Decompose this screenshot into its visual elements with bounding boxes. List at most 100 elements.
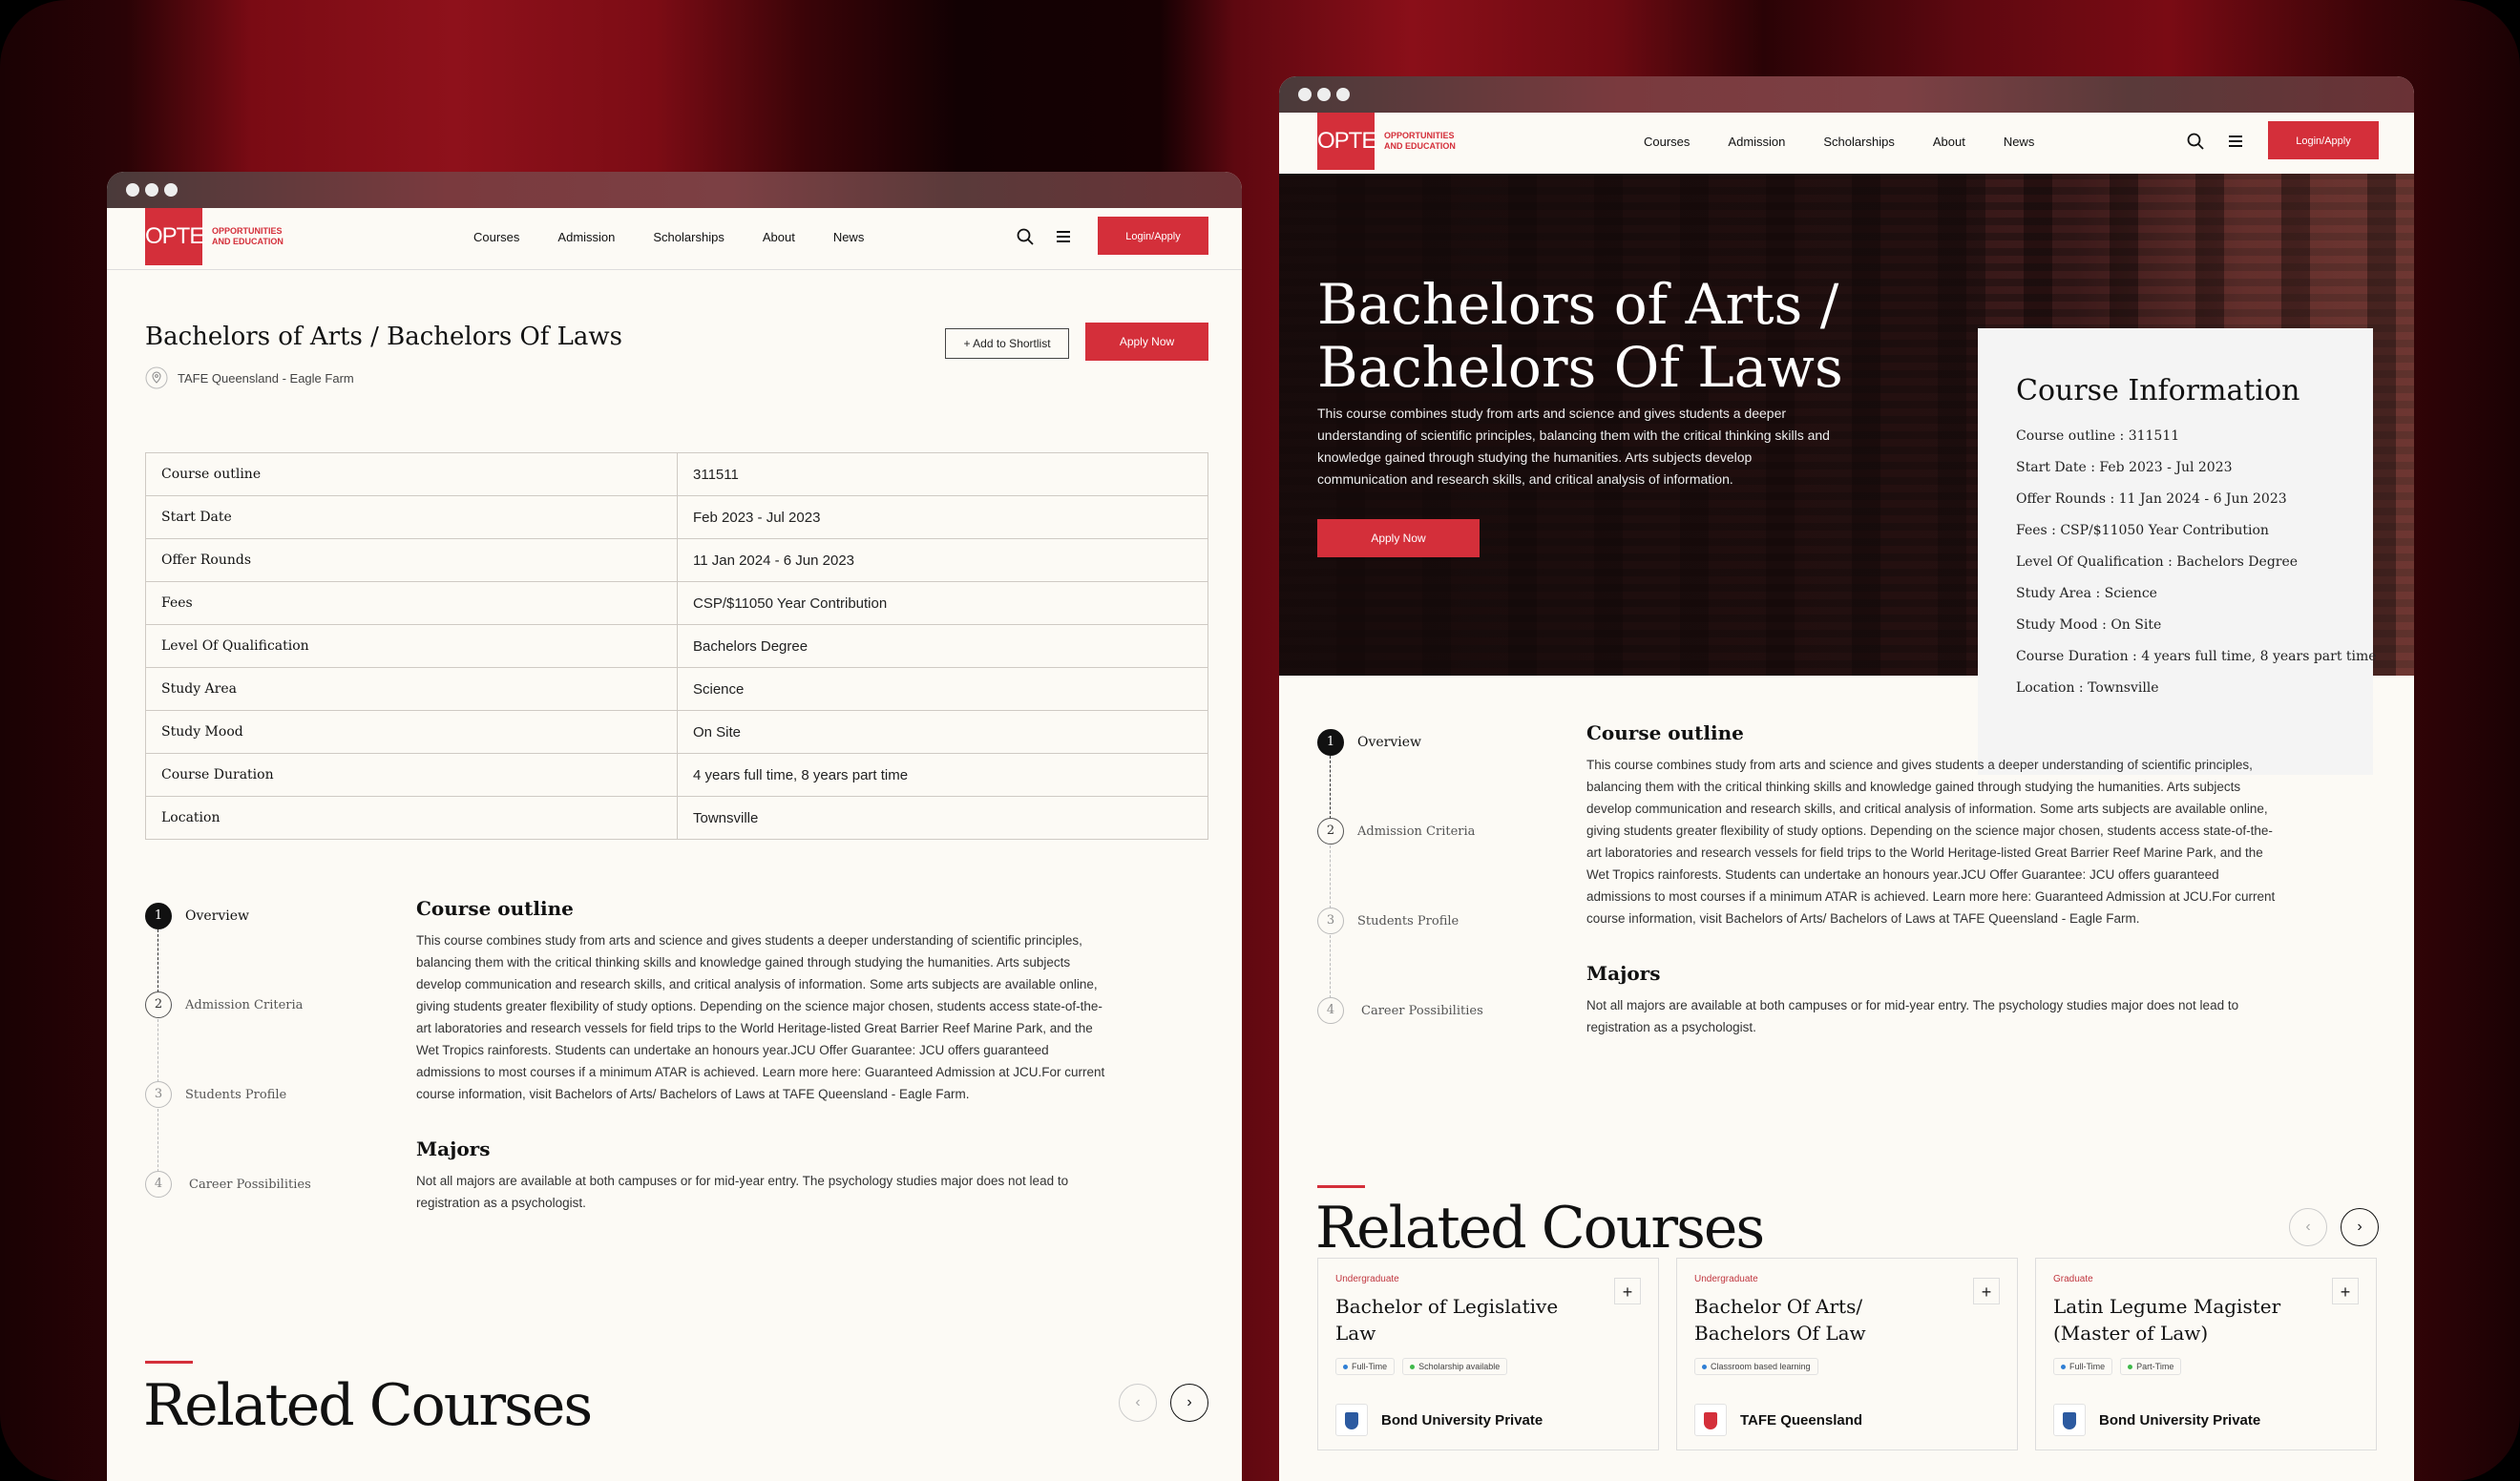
course-info-row: Study Mood : On Site: [2016, 617, 2162, 633]
login-apply-button[interactable]: Login/Apply: [2268, 121, 2379, 159]
section-stepper: 1 Overview 2 Admission Criteria 3 Students …: [145, 903, 393, 1198]
related-courses-heading: Related Courses: [143, 1372, 593, 1439]
details-row: Location Townsville: [145, 796, 1208, 840]
course-info-row: Start Date : Feb 2023 - Jul 2023: [2016, 460, 2233, 475]
course-info-row: Level Of Qualification : Bachelors Degre…: [2016, 554, 2299, 570]
hero-banner: Bachelors of Arts / Bachelors Of Laws Th…: [1279, 174, 2414, 775]
chevron-left-icon: ‹: [2305, 1219, 2311, 1235]
course-outline-section: Course outline This course combines stud…: [416, 897, 1113, 1214]
window-titlebar: [1279, 76, 2414, 113]
plus-icon: +: [1981, 1283, 1992, 1302]
window-dot-close[interactable]: [1298, 88, 1312, 101]
course-tag: Part-Time: [2120, 1358, 2182, 1375]
details-value: 4 years full time, 8 years part time: [677, 753, 1208, 797]
hero-summary: This course combines study from arts and…: [1317, 406, 1830, 487]
university-logo-icon: [2053, 1404, 2086, 1436]
step-label: Students Profile: [185, 1087, 287, 1102]
site-header: OPTE OPPORTUNITIES AND EDUCATION Courses…: [107, 208, 1242, 270]
step-overview[interactable]: 1 Overview: [1317, 729, 1421, 756]
hamburger-menu-icon[interactable]: [2226, 132, 2245, 151]
tag-dot-icon: [1410, 1365, 1416, 1370]
hamburger-menu-icon[interactable]: [1054, 227, 1073, 246]
step-students-profile[interactable]: 3 Students Profile: [1317, 907, 1459, 934]
university-logo-icon: [1694, 1404, 1727, 1436]
step-career-possibilities[interactable]: 4 Career Possibilities: [1317, 997, 1483, 1024]
nav-scholarships[interactable]: Scholarships: [1823, 135, 1894, 149]
related-course-card[interactable]: Undergraduate + Bachelor Of Arts/ Bachel…: [1676, 1258, 2018, 1450]
brand-logo[interactable]: OPTE: [1317, 113, 1376, 170]
tag-label: Scholarship available: [1418, 1362, 1501, 1371]
step-admission-criteria[interactable]: 2 Admission Criteria: [1317, 818, 1475, 845]
add-to-shortlist-button[interactable]: + Add to Shortlist: [945, 328, 1069, 359]
step-career-possibilities[interactable]: 4 Career Possibilities: [145, 1171, 311, 1198]
course-outline-section: Course outline This course combines stud…: [1586, 721, 2283, 1038]
university-name: TAFE Queensland: [1740, 1411, 1863, 1429]
course-info-row: Fees : CSP/$11050 Year Contribution: [2016, 523, 2269, 538]
step-label: Admission Criteria: [1357, 824, 1476, 839]
nav-about[interactable]: About: [763, 230, 795, 244]
window-dot-minimize[interactable]: [145, 183, 158, 197]
step-number: 3: [145, 1081, 172, 1108]
details-label: Level Of Qualification: [145, 624, 678, 668]
nav-scholarships[interactable]: Scholarships: [653, 230, 724, 244]
details-value: Townsville: [677, 796, 1208, 840]
location-row: TAFE Queensland - Eagle Farm: [145, 366, 354, 389]
step-label: Overview: [1357, 735, 1422, 750]
step-admission-criteria[interactable]: 2 Admission Criteria: [145, 991, 303, 1018]
majors-heading: Majors: [1586, 962, 1661, 985]
step-number: 4: [145, 1171, 172, 1198]
majors-heading: Majors: [416, 1137, 491, 1160]
tag-dot-icon: [1343, 1365, 1348, 1370]
plus-icon: +: [963, 337, 974, 350]
details-row: Fees CSP/$11050 Year Contribution: [145, 581, 1208, 625]
majors-body: Not all majors are available at both cam…: [1586, 998, 2239, 1034]
left-browser-window: OPTE OPPORTUNITIES AND EDUCATION Courses…: [107, 172, 1242, 1481]
carousel-next-button[interactable]: ›: [2341, 1208, 2379, 1246]
tag-label: Part-Time: [2136, 1362, 2174, 1371]
outline-heading: Course outline: [416, 897, 574, 920]
hero-title-line2: Bachelors Of Laws: [1317, 335, 1843, 400]
carousel-next-button[interactable]: ›: [1170, 1384, 1208, 1422]
nav-admission[interactable]: Admission: [1728, 135, 1785, 149]
carousel-prev-button[interactable]: ‹: [2289, 1208, 2327, 1246]
nav-news[interactable]: News: [833, 230, 865, 244]
step-number: 4: [1317, 997, 1344, 1024]
tag-label: Full-Time: [1352, 1362, 1388, 1371]
related-course-card[interactable]: Undergraduate + Bachelor of Legislative …: [1317, 1258, 1659, 1450]
course-tag: Scholarship available: [1402, 1358, 1508, 1375]
carousel-prev-button[interactable]: ‹: [1119, 1384, 1157, 1422]
nav-admission[interactable]: Admission: [557, 230, 615, 244]
apply-now-button[interactable]: Apply Now: [1085, 323, 1208, 361]
related-accent-bar: [145, 1361, 193, 1364]
details-row: Study Area Science: [145, 667, 1208, 711]
related-course-card[interactable]: Graduate + Latin Legume Magister (Master…: [2035, 1258, 2377, 1450]
details-row: Offer Rounds 11 Jan 2024 - 6 Jun 2023: [145, 538, 1208, 582]
details-value: Bachelors Degree: [677, 624, 1208, 668]
brand-tagline: OPPORTUNITIES AND EDUCATION: [1384, 131, 1456, 152]
details-value: 11 Jan 2024 - 6 Jun 2023: [677, 538, 1208, 582]
search-icon[interactable]: [1016, 227, 1035, 246]
hero-title-line1: Bachelors of Arts /: [1317, 272, 1839, 337]
add-course-button[interactable]: +: [2332, 1278, 2359, 1304]
course-card-title: Latin Legume Magister (Master of Law): [2053, 1295, 2281, 1345]
login-apply-button[interactable]: Login/Apply: [1098, 217, 1208, 255]
chevron-right-icon: ›: [2357, 1219, 2362, 1235]
step-label: Admission Criteria: [185, 997, 304, 1012]
course-tags: Full-Time Part-Time: [2053, 1358, 2182, 1375]
window-dot-maximize[interactable]: [1336, 88, 1350, 101]
nav-courses[interactable]: Courses: [1644, 135, 1690, 149]
window-dot-maximize[interactable]: [164, 183, 178, 197]
search-icon[interactable]: [2186, 132, 2205, 151]
hero-apply-now-button[interactable]: Apply Now: [1317, 519, 1480, 557]
step-students-profile[interactable]: 3 Students Profile: [145, 1081, 286, 1108]
nav-about[interactable]: About: [1933, 135, 1965, 149]
brand-logo[interactable]: OPTE: [145, 208, 204, 265]
window-dot-close[interactable]: [126, 183, 139, 197]
nav-news[interactable]: News: [2004, 135, 2035, 149]
add-course-button[interactable]: +: [1973, 1278, 2000, 1304]
nav-courses[interactable]: Courses: [473, 230, 519, 244]
step-overview[interactable]: 1 Overview: [145, 903, 249, 929]
add-course-button[interactable]: +: [1614, 1278, 1641, 1304]
details-row: Course outline 311511: [145, 452, 1208, 496]
window-dot-minimize[interactable]: [1317, 88, 1331, 101]
